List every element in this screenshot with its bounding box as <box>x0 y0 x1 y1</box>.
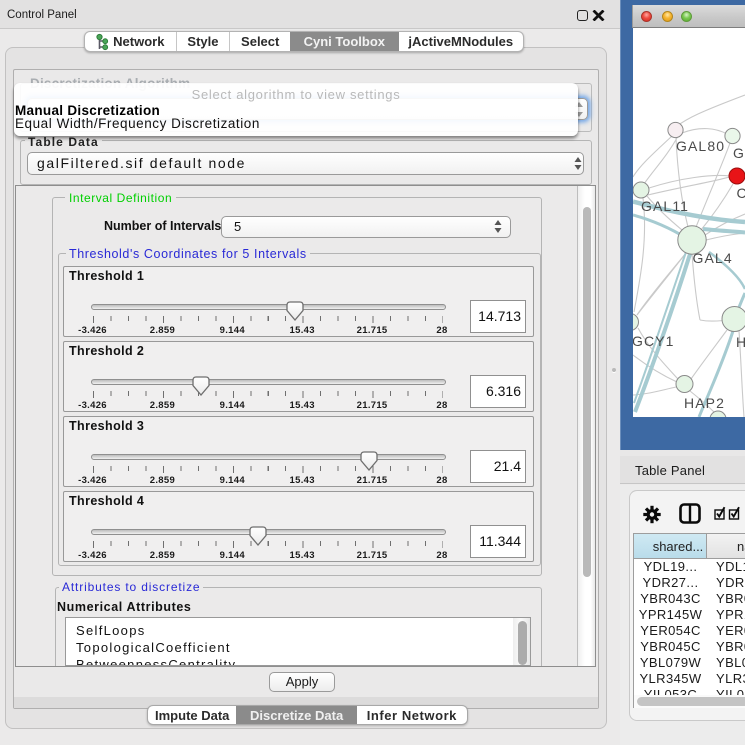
svg-text:CY: CY <box>737 185 745 201</box>
svg-text:HAP2: HAP2 <box>684 395 725 411</box>
svg-text:GA: GA <box>733 145 745 161</box>
svg-text:GAL80: GAL80 <box>676 138 725 154</box>
svg-text:HA: HA <box>736 334 745 350</box>
svg-text:GAL4: GAL4 <box>693 250 733 266</box>
svg-text:GAL11: GAL11 <box>641 198 689 214</box>
svg-text:GCY1: GCY1 <box>633 333 675 349</box>
